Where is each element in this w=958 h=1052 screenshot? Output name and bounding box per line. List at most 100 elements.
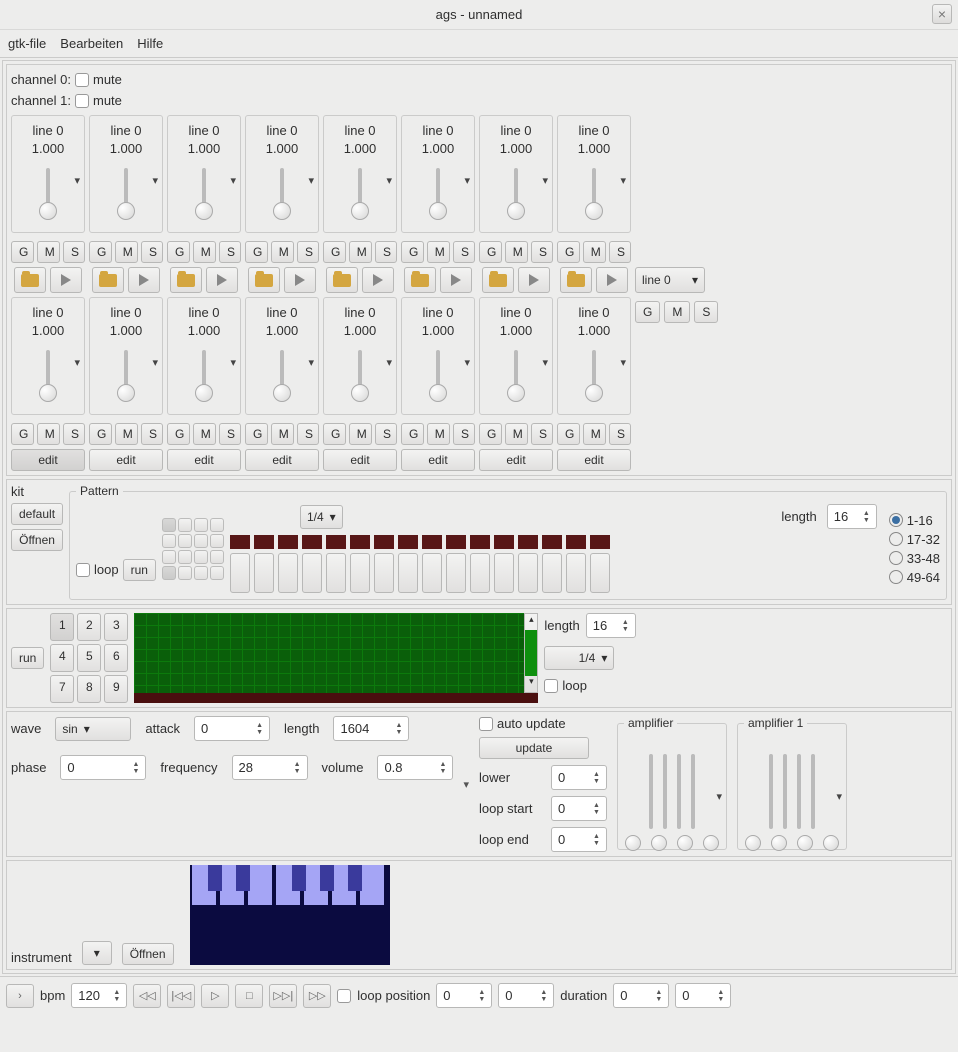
toggle[interactable] — [162, 534, 176, 548]
toggle[interactable] — [194, 518, 208, 532]
seq-length-stepper[interactable]: 16▲▼ — [586, 613, 636, 638]
amp-knob[interactable] — [771, 835, 787, 851]
duration2-stepper[interactable]: 0▲▼ — [675, 983, 731, 1008]
fader[interactable] — [280, 350, 284, 398]
s-button[interactable]: S — [219, 423, 241, 445]
open-file-button[interactable] — [482, 267, 514, 293]
play-sample-button[interactable] — [206, 267, 238, 293]
m-button[interactable]: M — [193, 241, 216, 263]
kit-open-button[interactable]: Öffnen — [11, 529, 63, 551]
toggle[interactable] — [178, 550, 192, 564]
vol-stepper[interactable]: 0.8▲▼ — [377, 755, 453, 780]
m-button[interactable]: M — [271, 423, 294, 445]
g-button[interactable]: G — [401, 241, 424, 263]
close-button[interactable]: × — [932, 4, 952, 24]
menu-help[interactable]: Hilfe — [137, 36, 163, 51]
m-button[interactable]: M — [271, 241, 294, 263]
rewind-button[interactable]: ◁◁ — [133, 984, 161, 1008]
seq-num-5[interactable]: 5 — [77, 644, 101, 672]
toggle[interactable] — [178, 518, 192, 532]
range-radio-4[interactable] — [889, 570, 903, 584]
step-button[interactable] — [374, 553, 394, 593]
expand-button[interactable]: › — [6, 984, 34, 1008]
channel-1-mute-check[interactable] — [75, 94, 89, 108]
s-button[interactable]: S — [694, 301, 718, 323]
chevron-down-icon[interactable]: ▾ — [152, 174, 158, 187]
amp-dropdown[interactable]: ▾ — [716, 790, 722, 803]
lower-stepper[interactable]: 0▲▼ — [551, 765, 607, 790]
edit-button[interactable]: edit — [479, 449, 553, 471]
chevron-down-icon[interactable]: ▾ — [620, 174, 626, 187]
fader[interactable] — [436, 168, 440, 216]
edit-button[interactable]: edit — [89, 449, 163, 471]
s-button[interactable]: S — [63, 241, 85, 263]
range-radio-3[interactable] — [889, 551, 903, 565]
fastfwd-button[interactable]: ▷▷ — [303, 984, 331, 1008]
m-button[interactable]: M — [193, 423, 216, 445]
open-file-button[interactable] — [248, 267, 280, 293]
s-button[interactable]: S — [219, 241, 241, 263]
g-button[interactable]: G — [245, 241, 268, 263]
chevron-down-icon[interactable]: ▾ — [308, 356, 314, 369]
edit-button[interactable]: edit — [557, 449, 631, 471]
play-sample-button[interactable] — [518, 267, 550, 293]
amp-knob[interactable] — [625, 835, 641, 851]
osc-length-stepper[interactable]: 1604▲▼ — [333, 716, 409, 741]
amp-knob[interactable] — [823, 835, 839, 851]
g-button[interactable]: G — [479, 241, 502, 263]
m-button[interactable]: M — [583, 423, 606, 445]
s-button[interactable]: S — [141, 241, 163, 263]
toggle[interactable] — [210, 518, 224, 532]
amp-slider[interactable] — [769, 754, 773, 829]
amp-slider[interactable] — [649, 754, 653, 829]
pattern-length-stepper[interactable]: 16▲▼ — [827, 504, 877, 529]
chevron-down-icon[interactable]: ▾ — [386, 174, 392, 187]
seq-run-button[interactable]: run — [11, 647, 44, 669]
range-radio-2[interactable] — [889, 532, 903, 546]
edit-button[interactable]: edit — [245, 449, 319, 471]
chevron-down-icon[interactable]: ▾ — [74, 174, 80, 187]
g-button[interactable]: G — [479, 423, 502, 445]
s-button[interactable]: S — [375, 423, 397, 445]
pattern-quant-select[interactable]: 1/4▾ — [300, 505, 343, 529]
play-sample-button[interactable] — [362, 267, 394, 293]
fader[interactable] — [124, 350, 128, 398]
fader[interactable] — [280, 168, 284, 216]
g-button[interactable]: G — [323, 241, 346, 263]
amp-knob[interactable] — [651, 835, 667, 851]
step-button[interactable] — [302, 553, 322, 593]
freq-stepper[interactable]: 28▲▼ — [232, 755, 308, 780]
channel-0-mute-check[interactable] — [75, 73, 89, 87]
chevron-down-icon[interactable]: ▾ — [308, 174, 314, 187]
piano-keyboard[interactable] — [190, 865, 390, 965]
s-button[interactable]: S — [609, 423, 631, 445]
amp1-dropdown[interactable]: ▾ — [836, 790, 842, 803]
g-button[interactable]: G — [167, 423, 190, 445]
m-button[interactable]: M — [349, 423, 372, 445]
m-button[interactable]: M — [115, 423, 138, 445]
loop-pos2-stepper[interactable]: 0▲▼ — [498, 983, 554, 1008]
fader[interactable] — [358, 350, 362, 398]
chevron-down-icon[interactable]: ▾ — [542, 356, 548, 369]
g-button[interactable]: G — [557, 423, 580, 445]
m-button[interactable]: M — [37, 241, 60, 263]
play-sample-button[interactable] — [440, 267, 472, 293]
duration-stepper[interactable]: 0▲▼ — [613, 983, 669, 1008]
toggle[interactable] — [210, 534, 224, 548]
step-button[interactable] — [398, 553, 418, 593]
amp-knob[interactable] — [703, 835, 719, 851]
step-button[interactable] — [566, 553, 586, 593]
toggle[interactable] — [194, 550, 208, 564]
play-sample-button[interactable] — [284, 267, 316, 293]
g-button[interactable]: G — [245, 423, 268, 445]
stop-button[interactable]: □ — [235, 984, 263, 1008]
chevron-down-icon[interactable]: ▾ — [152, 356, 158, 369]
seq-grid[interactable] — [134, 613, 524, 693]
step-button[interactable] — [350, 553, 370, 593]
loop-pos-stepper[interactable]: 0▲▼ — [436, 983, 492, 1008]
amp-knob[interactable] — [745, 835, 761, 851]
amp-slider[interactable] — [691, 754, 695, 829]
g-button[interactable]: G — [89, 241, 112, 263]
s-button[interactable]: S — [141, 423, 163, 445]
chevron-down-icon[interactable]: ▾ — [74, 356, 80, 369]
